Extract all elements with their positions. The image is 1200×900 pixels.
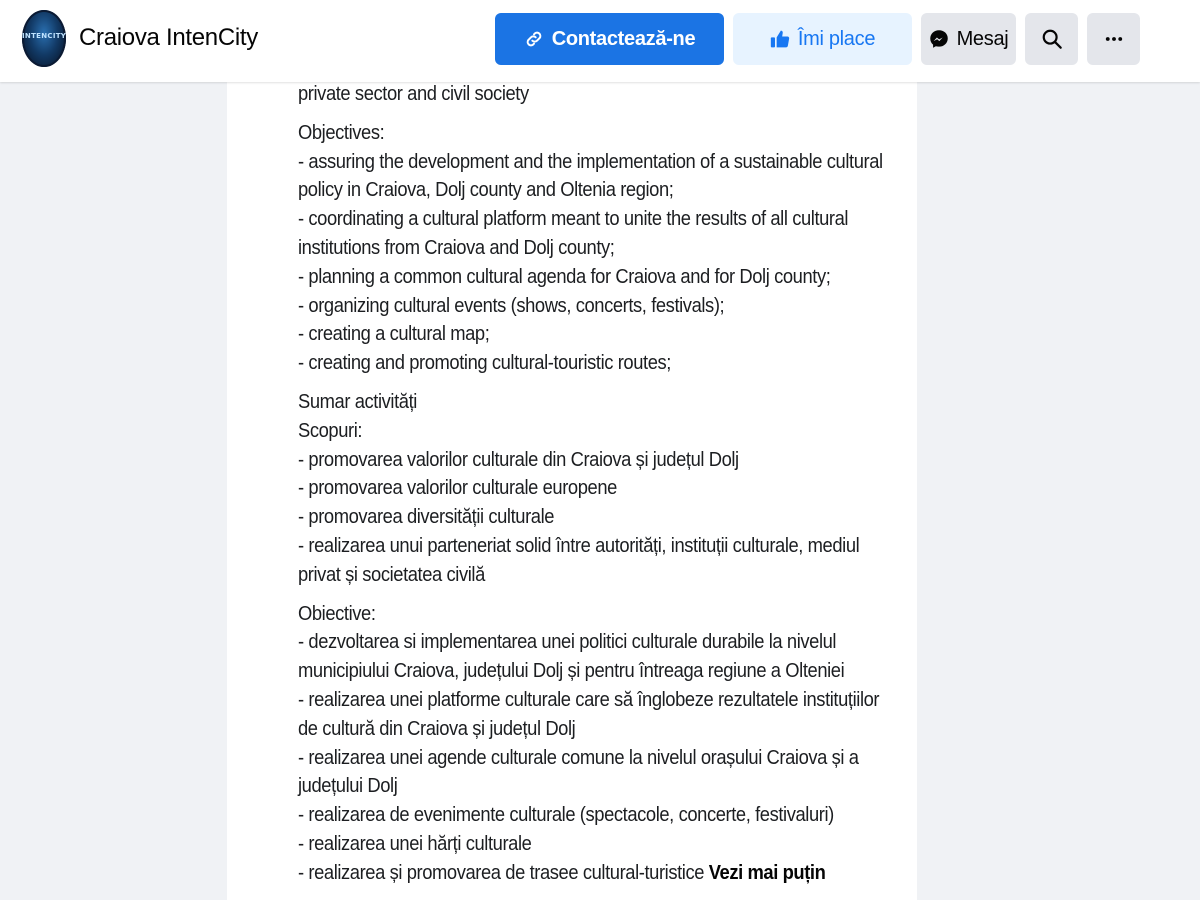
text-line: - realizarea unei hărți culturale (298, 832, 532, 855)
about-text: private sector and civil society Objecti… (298, 80, 883, 898)
more-options-button[interactable] (1087, 13, 1140, 65)
message-button-label: Mesaj (956, 27, 1009, 50)
text-line: - promovarea diversității culturale (298, 506, 555, 529)
page-avatar[interactable]: INTENCITY (22, 10, 66, 67)
text-line: - promovarea valorilor culturale europen… (298, 477, 617, 500)
about-paragraph: private sector and civil society (298, 80, 840, 109)
objectives-heading: Obiective: (298, 602, 376, 625)
text-line: - creating and promoting cultural-touris… (298, 352, 671, 375)
goals-heading: Scopuri: (298, 419, 363, 442)
text-line: - assuring the development and the imple… (298, 150, 883, 173)
thumbs-up-icon (770, 30, 790, 48)
text-line: policy in Craiova, Dolj county and Olten… (298, 179, 674, 202)
text-line: - coordinating a cultural platform meant… (298, 208, 849, 231)
search-icon (1042, 29, 1062, 49)
text-line: județului Dolj (298, 775, 398, 798)
text-line: de cultură din Craiova și județul Dolj (298, 717, 576, 740)
text-line: institutions from Craiova and Dolj count… (298, 236, 615, 259)
text-line: municipiului Craiova, județului Dolj și … (298, 660, 845, 683)
text-line: - realizarea unui parteneriat solid într… (298, 534, 860, 557)
contact-button[interactable]: Contactează-ne (495, 13, 724, 65)
text-line: - creating a cultural map; (298, 323, 490, 346)
about-objectives-ro: Obiective: - dezvoltarea si implementare… (298, 600, 880, 888)
like-button[interactable]: Îmi place (733, 13, 912, 65)
page-header: INTENCITY Craiova IntenCity Contactează-… (0, 0, 1200, 82)
page-title[interactable]: Craiova IntenCity (79, 24, 258, 52)
about-objectives-en: Objectives: - assuring the development a… (298, 119, 883, 378)
text-line: - planning a common cultural agenda for … (298, 265, 831, 288)
text-line: - realizarea unei agende culturale comun… (298, 746, 859, 769)
text-line: - promovarea valorilor culturale din Cra… (298, 448, 739, 471)
text-line: privat și societatea civilă (298, 563, 485, 586)
message-button[interactable]: Mesaj (921, 13, 1016, 65)
messenger-icon (929, 30, 948, 48)
search-button[interactable] (1025, 13, 1078, 65)
avatar-logo-text: INTENCITY (22, 32, 66, 40)
like-button-label: Îmi place (797, 27, 876, 50)
objectives-heading: Objectives: (298, 121, 385, 144)
text-line: private sector and civil society (298, 83, 529, 105)
text-line: - realizarea unei platforme culturale ca… (298, 688, 880, 711)
about-summary-ro: Sumar activități Scopuri: - promovarea v… (298, 388, 860, 590)
text-line: - realizarea de evenimente culturale (sp… (298, 804, 834, 827)
summary-heading: Sumar activități (298, 390, 417, 413)
see-less-link[interactable]: Vezi mai puțin (709, 862, 826, 884)
more-icon (1105, 37, 1122, 41)
text-line: - realizarea și promovarea de trasee cul… (298, 861, 705, 884)
contact-button-label: Contactează-ne (551, 27, 696, 50)
text-line: - organizing cultural events (shows, con… (298, 294, 725, 317)
text-line: - dezvoltarea si implementarea unei poli… (298, 631, 837, 654)
text-line-last: - realizarea și promovarea de trasee cul… (298, 859, 840, 888)
link-icon (526, 31, 541, 47)
